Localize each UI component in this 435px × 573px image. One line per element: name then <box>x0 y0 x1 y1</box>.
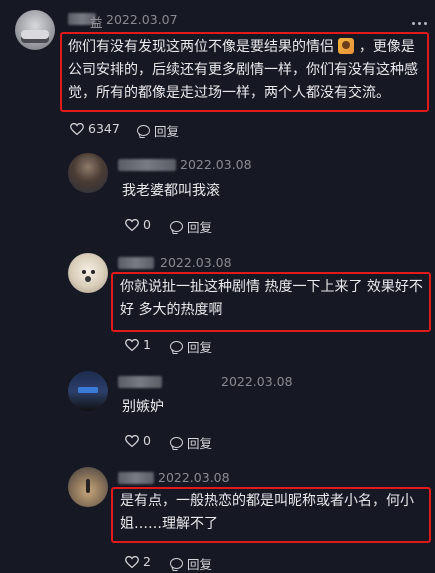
like-button[interactable]: 0 <box>125 433 151 448</box>
like-button[interactable]: 1 <box>125 337 151 352</box>
couple-emoji-icon <box>338 38 355 54</box>
reply-date: 2022.03.08 <box>160 255 232 270</box>
reply-text: 别嫉妒 <box>122 399 164 415</box>
more-dots-icon[interactable] <box>418 22 421 25</box>
like-button[interactable]: 0 <box>125 217 151 232</box>
like-count: 0 <box>143 433 151 448</box>
heart-outline-icon <box>125 555 139 568</box>
reply-button[interactable]: 回复 <box>170 554 212 573</box>
comment-bubble-icon <box>170 558 183 569</box>
like-count: 1 <box>143 337 151 352</box>
reply-date: 2022.03.08 <box>221 374 293 389</box>
username-blurred[interactable] <box>118 257 154 269</box>
avatar[interactable] <box>15 10 55 50</box>
reply-label: 回复 <box>187 340 213 355</box>
like-button[interactable]: 2 <box>125 554 151 569</box>
heart-outline-icon <box>70 122 84 135</box>
avatar[interactable] <box>68 253 108 293</box>
reply-label: 回复 <box>187 436 213 451</box>
reply-date: 2022.03.08 <box>180 157 252 172</box>
heart-outline-icon <box>125 218 139 231</box>
avatar[interactable] <box>68 153 108 193</box>
comment-date: 2022.03.07 <box>106 12 178 27</box>
comment-bubble-icon <box>170 341 183 352</box>
heart-outline-icon <box>125 434 139 447</box>
heart-outline-icon <box>125 338 139 351</box>
like-count: 6347 <box>88 121 120 136</box>
reply-label: 回复 <box>187 220 213 235</box>
avatar[interactable] <box>68 467 108 507</box>
comment-bubble-icon <box>137 125 150 136</box>
reply-label: 回复 <box>154 124 180 139</box>
username-blurred[interactable] <box>118 472 154 484</box>
username-suffix: 益 <box>90 15 103 30</box>
reply-text: 是有点，一般热恋的都是叫昵称或者小名，何小姐……理解不了 <box>120 493 414 532</box>
reply-button[interactable]: 回复 <box>137 121 179 140</box>
reply-button[interactable]: 回复 <box>170 433 212 452</box>
comment-text: 你们有没有发现这两位不像是要结果的情侣 ，更像是公司安排的，后续还有更多剧情一样… <box>68 38 418 101</box>
comment-bubble-icon <box>170 437 183 448</box>
reply-button[interactable]: 回复 <box>170 217 212 236</box>
like-count: 0 <box>143 217 151 232</box>
reply-text: 你就说扯一扯这种剧情 热度一下上来了 效果好不好 多大的热度啊 <box>120 279 423 318</box>
reply-text: 我老婆都叫我滚 <box>122 183 220 199</box>
reply-button[interactable]: 回复 <box>170 337 212 356</box>
username-blurred[interactable] <box>118 159 176 171</box>
like-button[interactable]: 6347 <box>70 121 120 136</box>
comment-bubble-icon <box>170 221 183 232</box>
avatar[interactable] <box>68 371 108 411</box>
username-blurred[interactable] <box>118 376 162 388</box>
like-count: 2 <box>143 554 151 569</box>
reply-date: 2022.03.08 <box>158 470 230 485</box>
reply-label: 回复 <box>187 557 213 572</box>
